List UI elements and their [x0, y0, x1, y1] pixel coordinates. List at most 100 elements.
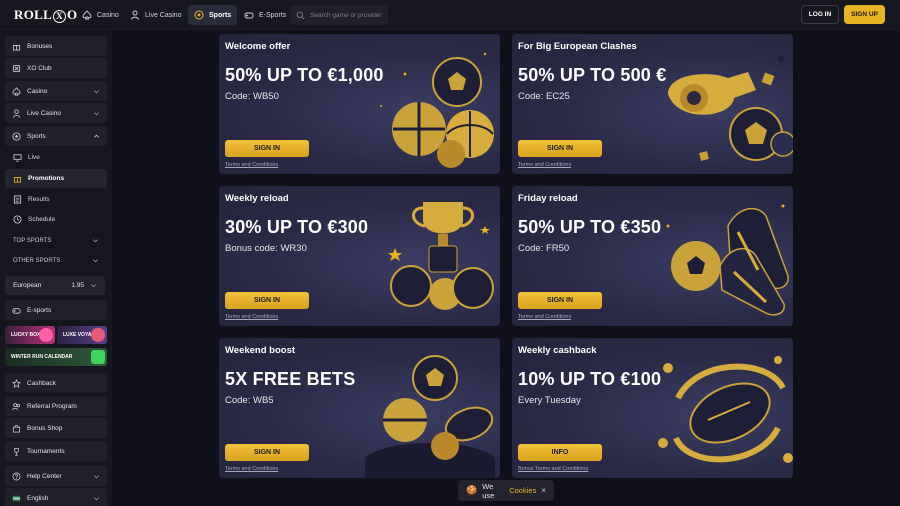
sidebar-top-sports[interactable]: TOP SPORTS — [5, 231, 107, 250]
spade-icon — [82, 10, 92, 20]
promo-title: For Big European Clashes — [518, 41, 637, 52]
dealer-icon — [131, 10, 139, 20]
sidebar-item-bonuses[interactable]: Bonuses — [5, 36, 107, 56]
promo-code: Bonus code: WR30 — [225, 243, 307, 254]
promo-card-friday-reload: Friday reload 50% UP TO €350 Code: FR50 … — [512, 186, 793, 326]
info-button[interactable]: INFO — [518, 444, 602, 461]
close-icon[interactable]: × — [541, 486, 546, 495]
tree-icon — [91, 350, 105, 364]
sidebar-item-label: Sports — [27, 132, 46, 140]
promo-amount: 5X FREE BETS — [225, 369, 356, 389]
sidebar-item-casino[interactable]: Casino — [5, 81, 107, 101]
sign-in-button[interactable]: SIGN IN — [225, 292, 309, 309]
soccer-ball-icon — [194, 10, 204, 20]
top-bar: ROLL X O Casino Live Casino Sports E-Sport… — [0, 0, 900, 30]
nav-live-casino[interactable]: Live Casino — [124, 5, 188, 25]
club-icon — [12, 64, 21, 72]
sports-balls-illustration — [380, 52, 494, 168]
luxe-voyage-banner[interactable]: LUXE VOYAGE — [57, 326, 107, 344]
sign-in-button[interactable]: SIGN IN — [225, 140, 309, 157]
dealer-icon — [12, 108, 21, 118]
promo-card-weekly-reload: Weekly reload 30% UP TO €300 Bonus code:… — [219, 186, 500, 326]
whistle-football-illustration — [668, 54, 793, 161]
language-select[interactable]: English — [5, 488, 107, 506]
signup-button[interactable]: SIGN UP — [844, 5, 885, 24]
sidebar-item-label: Casino — [27, 87, 48, 95]
search-input[interactable]: Search game or provider — [290, 5, 388, 25]
promo-title: Friday reload — [518, 193, 578, 204]
list-icon — [13, 195, 22, 204]
sidebar-item-esports[interactable]: E-sports — [5, 300, 107, 320]
lucky-box-banner[interactable]: LUCKY BOX — [5, 326, 55, 344]
chevron-down-icon — [94, 496, 99, 500]
sidebar-item-sports[interactable]: Sports — [5, 126, 107, 146]
sidebar-item-live-casino[interactable]: Live Casino — [5, 103, 107, 123]
login-button[interactable]: LOG IN — [801, 5, 839, 24]
chevron-down-icon — [91, 284, 96, 288]
promo-title: Weekend boost — [225, 345, 296, 356]
sidebar-sub-live[interactable]: Live — [5, 148, 107, 167]
sidebar-sub-promotions[interactable]: Promotions — [5, 169, 107, 188]
promo-title: Welcome offer — [225, 41, 291, 52]
sidebar-item-tournaments[interactable]: Tournaments — [5, 441, 107, 461]
promo-card-big-european-clashes: For Big European Clashes 50% UP TO 500 €… — [512, 34, 793, 174]
spade-icon — [12, 86, 21, 96]
balloon-icon — [91, 328, 105, 342]
trophy-balls-illustration — [388, 202, 494, 310]
rollxo-logo[interactable]: ROLL X O — [14, 7, 77, 23]
nav-sports[interactable]: Sports — [188, 5, 238, 25]
terms-link[interactable]: Terms and Conditions — [225, 466, 278, 472]
winter-run-calendar-banner[interactable]: WINTER RUN CALENDAR — [5, 348, 107, 366]
sign-in-button[interactable]: SIGN IN — [518, 292, 602, 309]
cookies-link[interactable]: Cookies — [509, 486, 536, 495]
chevron-down-icon — [93, 259, 98, 263]
sidebar-item-help-center[interactable]: Help Center — [5, 466, 107, 486]
nav-casino[interactable]: Casino — [76, 5, 125, 25]
sidebar-item-bonus-shop[interactable]: Bonus Shop — [5, 418, 107, 438]
trophy-icon — [14, 447, 19, 455]
promo-code: Code: WB5 — [225, 395, 274, 406]
terms-link[interactable]: Terms and Conditions — [518, 162, 571, 168]
promo-card-weekly-cashback: Weekly cashback 10% UP TO €100 Every Tue… — [512, 338, 793, 478]
promo-code: Code: WB50 — [225, 91, 279, 102]
cookie-banner: 🍪 We use Cookies × — [458, 480, 554, 501]
chevron-down-icon — [94, 111, 99, 115]
gamepad-icon — [12, 307, 21, 314]
promo-title: Weekly reload — [225, 193, 289, 204]
sidebar: Bonuses XO Club Casino Live Casino Sport… — [0, 30, 112, 506]
sidebar-item-label: Live Casino — [27, 109, 61, 117]
promo-title: Weekly cashback — [518, 345, 597, 356]
terms-link[interactable]: Bonus Terms and Conditions — [518, 466, 588, 472]
promo-code: Every Tuesday — [518, 395, 581, 406]
nav-esports[interactable]: E-Sports — [238, 5, 292, 25]
sidebar-sub-schedule[interactable]: Schedule — [5, 210, 107, 229]
sidebar-item-label: Bonuses — [27, 42, 53, 50]
cookie-icon: 🍪 — [466, 485, 478, 495]
gamepad-icon — [244, 12, 254, 19]
sidebar-sub-results[interactable]: Results — [5, 190, 107, 209]
chevron-down-icon — [94, 89, 99, 93]
promo-code: Code: FR50 — [518, 243, 570, 254]
terms-link[interactable]: Terms and Conditions — [518, 314, 571, 320]
gift-icon — [12, 44, 21, 51]
monitor-icon — [13, 154, 22, 162]
chevron-up-icon — [94, 134, 99, 138]
sidebar-item-referral-program[interactable]: Referral Program — [5, 396, 107, 416]
gift-icon — [13, 177, 22, 183]
sign-in-button[interactable]: SIGN IN — [225, 444, 309, 461]
gift-box-icon — [39, 328, 53, 342]
cookie-text: We use — [482, 481, 495, 500]
sidebar-item-cashback[interactable]: Cashback — [5, 373, 107, 393]
promo-card-weekend-boost: Weekend boost 5X FREE BETS Code: WB5 SIG… — [219, 338, 500, 478]
odds-format-select[interactable]: European 1.95 — [5, 276, 105, 295]
soccer-ball-icon — [12, 131, 21, 141]
cashback-football-illustration — [658, 356, 793, 463]
terms-link[interactable]: Terms and Conditions — [225, 314, 278, 320]
sidebar-item-xo-club[interactable]: XO Club — [5, 58, 107, 78]
terms-link[interactable]: Terms and Conditions — [225, 162, 278, 168]
sign-in-button[interactable]: SIGN IN — [518, 140, 602, 157]
flag-icon — [12, 495, 21, 501]
referral-icon — [12, 402, 20, 410]
search-icon — [296, 11, 305, 19]
sidebar-other-sports[interactable]: OTHER SPORTS — [5, 251, 107, 270]
